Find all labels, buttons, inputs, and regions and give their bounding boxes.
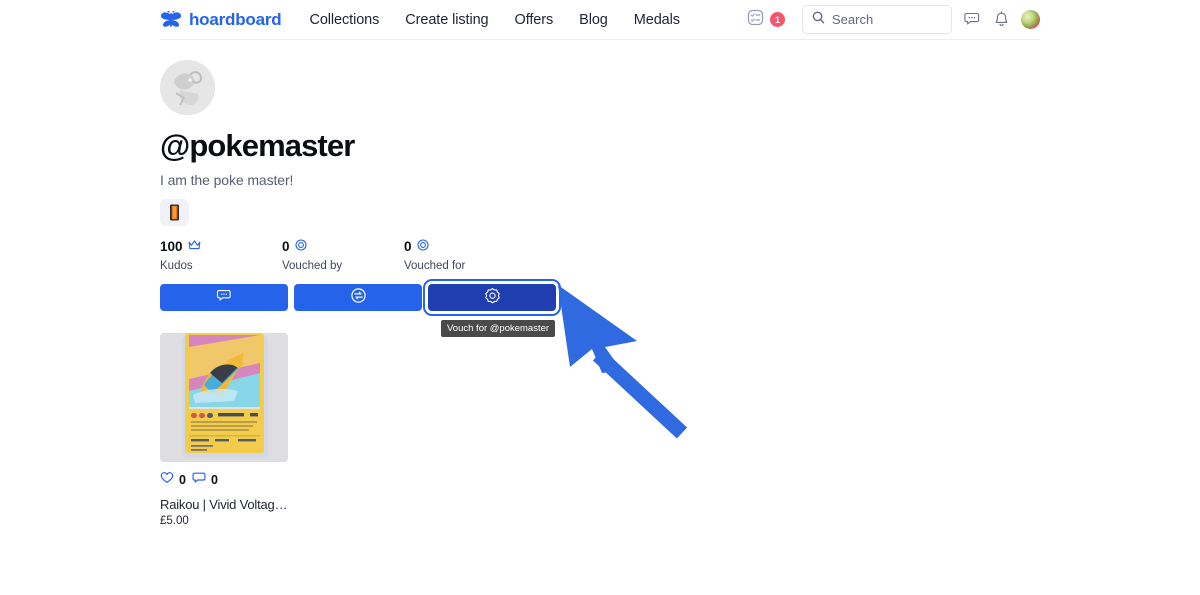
profile-avatar — [160, 60, 215, 115]
stat-kudos: 100 Kudos — [160, 238, 282, 272]
bell-icon[interactable] — [993, 10, 1010, 29]
nav-item-blog[interactable]: Blog — [579, 12, 608, 28]
header-right-cluster: 1 Search — [747, 5, 1040, 34]
listing-card[interactable]: 0 0 Raikou | Vivid Voltage |... £5.00 — [160, 332, 290, 527]
stat-kudos-value: 100 — [160, 239, 183, 255]
crown-icon — [188, 238, 201, 256]
search-placeholder: Search — [832, 12, 874, 27]
site-header: hoardboard Collections Create listing Of… — [160, 0, 1040, 40]
vouch-badge-icon — [484, 287, 501, 307]
listings-grid: 0 0 Raikou | Vivid Voltage |... £5.00 — [160, 332, 1040, 527]
listing-title[interactable]: Raikou | Vivid Voltage |... — [160, 497, 290, 512]
vouch-button[interactable] — [423, 278, 561, 316]
stat-vouched-by-label: Vouched by — [282, 259, 343, 272]
heart-icon — [160, 471, 174, 489]
chat-bubbles-icon[interactable] — [963, 10, 982, 29]
vouch-tooltip: Vouch for @pokemaster — [441, 319, 556, 337]
listing-likes[interactable]: 0 — [160, 471, 186, 489]
brand-logo-link[interactable]: hoardboard — [160, 8, 282, 30]
stat-vouched-for: 0 Vouched for — [404, 238, 526, 272]
stat-kudos-label: Kudos — [160, 259, 193, 272]
notification-badge: 1 — [770, 12, 785, 27]
brand-name: hoardboard — [189, 9, 282, 29]
listing-likes-count: 0 — [179, 472, 186, 487]
checklist-button[interactable]: 1 — [747, 9, 785, 31]
page-root: hoardboard Collections Create listing Of… — [0, 0, 1200, 595]
nav-item-medals[interactable]: Medals — [634, 12, 680, 28]
nav-item-collections[interactable]: Collections — [309, 12, 379, 28]
chat-bubble-icon — [216, 287, 233, 307]
stat-vouched-for-value: 0 — [404, 239, 412, 255]
listing-card-stats: 0 0 — [160, 471, 288, 489]
profile-bio: I am the poke master! — [160, 171, 294, 188]
comment-icon — [192, 471, 206, 489]
vouch-target-icon — [294, 238, 307, 256]
nav-item-create-listing[interactable]: Create listing — [405, 12, 488, 28]
nav-item-offers[interactable]: Offers — [515, 12, 554, 28]
search-icon — [812, 11, 825, 29]
listing-comments[interactable]: 0 — [192, 471, 218, 489]
listing-price: £5.00 — [160, 514, 189, 527]
trade-button[interactable] — [294, 283, 422, 311]
stat-vouched-by-value: 0 — [282, 239, 290, 255]
profile-section: @pokemaster I am the poke master! 100 Ku… — [160, 60, 1040, 527]
swap-circle-icon — [350, 287, 367, 307]
medal-badge-icon[interactable] — [160, 198, 189, 226]
message-button[interactable] — [160, 283, 288, 311]
list-checklist-icon — [747, 9, 764, 31]
avatar[interactable] — [1021, 10, 1040, 29]
stat-vouched-for-label: Vouched for — [404, 259, 466, 272]
page-title: @pokemaster — [160, 128, 355, 163]
butterfly-logo-icon — [160, 8, 182, 29]
stat-vouched-by: 0 Vouched by — [282, 238, 404, 272]
listing-card-image[interactable] — [160, 332, 288, 462]
listing-comments-count: 0 — [210, 472, 218, 487]
profile-stats: 100 Kudos 0 Vouched by 0 Vouched for — [160, 238, 1040, 272]
search-input[interactable]: Search — [802, 5, 952, 34]
main-nav: Collections Create listing Offers Blog M… — [309, 12, 680, 28]
vouch-target-icon — [416, 238, 429, 256]
profile-action-buttons: Vouch for @pokemaster — [160, 278, 1040, 337]
